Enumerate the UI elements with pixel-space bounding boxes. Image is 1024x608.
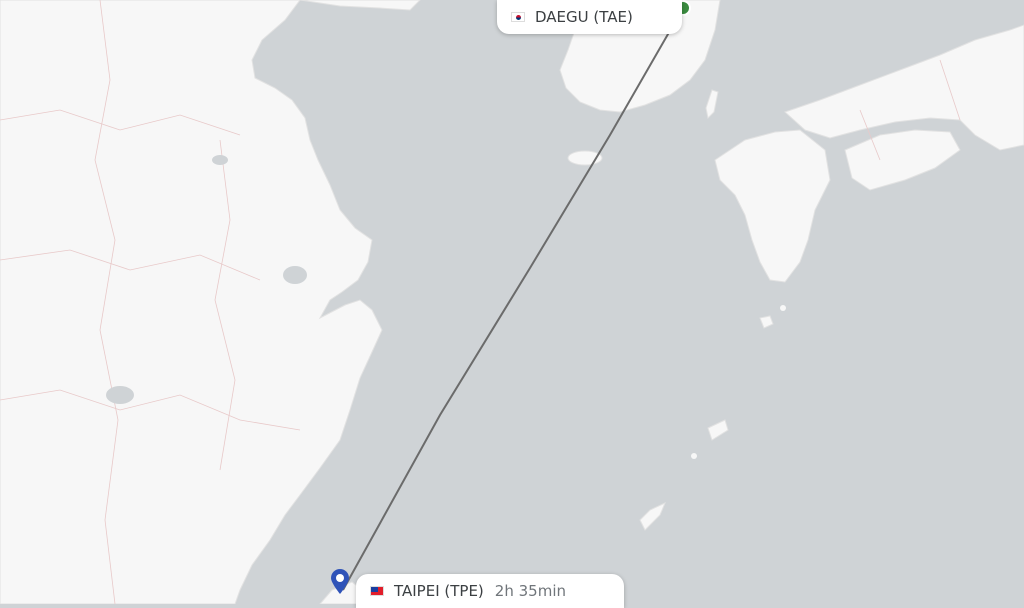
- destination-label[interactable]: TAIPEI (TPE) 2h 35min: [356, 574, 624, 608]
- land-islet-1: [691, 453, 697, 459]
- route-map[interactable]: [0, 0, 1024, 604]
- origin-label[interactable]: DAEGU (TAE): [497, 0, 682, 34]
- south-korea-flag-icon: [511, 12, 525, 22]
- taiwan-flag-icon: [370, 586, 384, 596]
- destination-city-code: TAIPEI (TPE): [394, 582, 484, 600]
- land-islet-2: [780, 305, 786, 311]
- flight-duration: 2h 35min: [494, 582, 566, 600]
- origin-city-code: DAEGU (TAE): [535, 8, 633, 26]
